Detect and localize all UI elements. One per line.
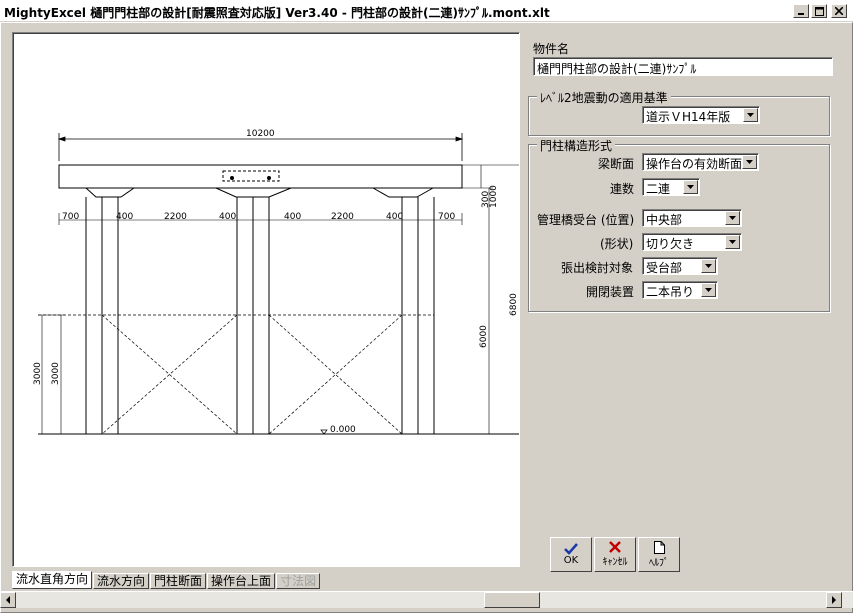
scroll-right-button[interactable] (826, 592, 842, 608)
tab-platform-top[interactable]: 操作台上面 (207, 573, 276, 589)
arrow-right-icon (832, 596, 836, 604)
beam-section-dropdown[interactable] (742, 155, 757, 169)
bridge-seat-position-value: 中央部 (646, 213, 683, 227)
elevation-label: 0.000 (330, 425, 356, 435)
chevron-down-icon (747, 113, 754, 117)
dim-seg-5: 400 (284, 212, 301, 222)
scroll-left-button[interactable] (0, 592, 16, 608)
bridge-seat-position-select[interactable]: 中央部 (642, 209, 742, 227)
beam-section-select[interactable]: 操作台の有効断面 (642, 153, 759, 171)
checkmark-icon (564, 543, 578, 555)
bridge-seat-shape-value: 切り欠き (646, 237, 695, 251)
drawing-canvas: 10200 700 400 2200 400 400 2200 400 700 … (12, 32, 521, 567)
dim-seg-4: 400 (219, 212, 236, 222)
chevron-down-icon (729, 240, 736, 244)
document-icon (653, 540, 665, 554)
chevron-down-icon (687, 185, 694, 189)
dim-seg-1: 700 (62, 212, 79, 222)
cancel-x-icon (609, 541, 621, 553)
beam-section-value: 操作台の有効断面 (646, 157, 743, 171)
dim-seg-3: 2200 (164, 212, 187, 222)
dim-height-6800: 6800 (509, 293, 519, 316)
bridge-seat-shape-select[interactable]: 切り欠き (642, 233, 742, 251)
dim-left-3000-a: 3000 (33, 362, 43, 385)
dim-seg-7: 400 (386, 212, 403, 222)
ok-button[interactable]: OK (550, 537, 592, 572)
bridge-seat-position-label: 管理橋受台 (位置) (537, 213, 635, 227)
horizontal-scrollbar[interactable] (0, 591, 853, 608)
span-count-select[interactable]: 二連 (642, 178, 700, 196)
dim-seg-8: 700 (438, 212, 455, 222)
chevron-down-icon (746, 160, 753, 164)
tab-pillar-section[interactable]: 門柱断面 (150, 573, 207, 589)
span-count-value: 二連 (646, 182, 671, 196)
dim-seg-2: 400 (116, 212, 133, 222)
maximize-button[interactable] (811, 4, 827, 18)
chevron-down-icon (729, 216, 736, 220)
close-button[interactable] (831, 4, 847, 18)
dim-total-label: 10200 (246, 129, 275, 139)
seismic-dropdown-button[interactable] (743, 108, 758, 122)
dim-seg-6: 2200 (331, 212, 354, 222)
span-count-dropdown[interactable] (683, 180, 698, 194)
seismic-standard-value: 道示ＶH14年版 (646, 110, 731, 124)
hoist-device-value: 二本吊り (646, 285, 695, 299)
hoist-device-select[interactable]: 二本吊り (642, 281, 718, 299)
overhang-target-select[interactable]: 受台部 (642, 257, 718, 275)
bridge-seat-position-dropdown[interactable] (725, 211, 740, 225)
project-name-input[interactable]: 樋門門柱部の設計(二連)ｻﾝﾌﾟﾙ (533, 57, 833, 76)
dim-left-3000-b: 3000 (51, 362, 61, 385)
project-name-label: 物件名 (533, 42, 570, 56)
scroll-thumb[interactable] (484, 592, 540, 608)
overhang-target-value: 受台部 (646, 261, 683, 275)
dim-height-6000: 6000 (479, 325, 489, 348)
seismic-standard-group: ﾚﾍﾞﾙ2地震動の適用基準 道示ＶH14年版 (528, 89, 830, 136)
tab-dimension-drawing[interactable]: 寸法図 (276, 573, 321, 589)
cancel-button[interactable]: ｷｬﾝｾﾙ (594, 537, 636, 572)
sheet-tabs: 流水直角方向 流水方向 門柱断面 操作台上面 寸法図 (12, 571, 321, 589)
seismic-standard-select[interactable]: 道示ＶH14年版 (642, 106, 760, 124)
window-title: MightyExcel 樋門門柱部の設計[耐震照査対応版] Ver3.40 - … (4, 6, 550, 20)
title-bar: MightyExcel 樋門門柱部の設計[耐震照査対応版] Ver3.40 - … (0, 0, 853, 22)
structure-group-title: 門柱構造形式 (537, 137, 616, 154)
cancel-label: ｷｬﾝｾﾙ (602, 557, 628, 568)
minimize-button[interactable] (793, 4, 809, 18)
hoist-device-label: 開閉装置 (586, 285, 635, 299)
chevron-down-icon (705, 264, 712, 268)
seismic-group-title: ﾚﾍﾞﾙ2地震動の適用基準 (537, 89, 671, 106)
help-button[interactable]: ﾍﾙﾌﾟ (638, 537, 680, 572)
overhang-target-dropdown[interactable] (701, 259, 716, 273)
arrow-left-icon (6, 596, 10, 604)
tab-flow-direction[interactable]: 流水方向 (93, 573, 150, 589)
dim-beam-b: 1000 (489, 185, 499, 208)
hoist-device-dropdown[interactable] (701, 283, 716, 297)
bridge-seat-shape-label: (形状) (600, 237, 634, 251)
help-label: ﾍﾙﾌﾟ (649, 557, 669, 569)
minimize-icon (798, 13, 804, 15)
maximize-icon (814, 6, 824, 16)
bridge-seat-shape-dropdown[interactable] (725, 235, 740, 249)
span-count-label: 連数 (610, 182, 635, 196)
tab-perpendicular[interactable]: 流水直角方向 (12, 571, 93, 589)
beam-section-label: 梁断面 (598, 157, 635, 171)
chevron-down-icon (705, 288, 712, 292)
gate-pillar-elevation-drawing: 10200 700 400 2200 400 400 2200 400 700 … (33, 129, 521, 435)
close-icon (835, 7, 843, 15)
ok-label: OK (563, 555, 579, 566)
overhang-target-label: 張出検討対象 (561, 261, 634, 275)
